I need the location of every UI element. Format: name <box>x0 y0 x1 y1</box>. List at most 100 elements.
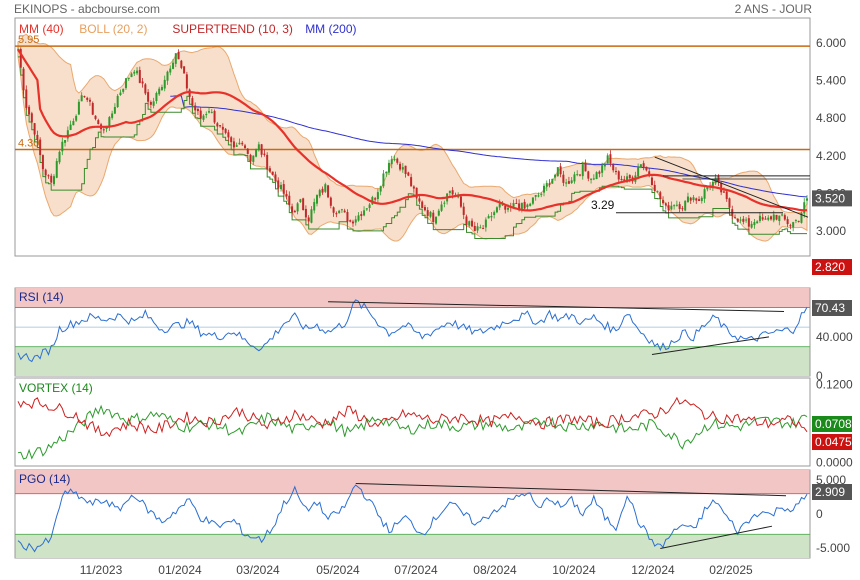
candle-body <box>86 97 89 100</box>
candle-body <box>244 145 247 148</box>
candle-body <box>80 95 83 102</box>
candle-body <box>169 68 172 73</box>
candle-body <box>792 222 795 228</box>
candle-body <box>756 221 759 224</box>
candle-body <box>216 123 219 127</box>
candle-body <box>166 71 169 81</box>
candle-body <box>537 195 540 197</box>
candle-body <box>221 126 224 130</box>
candle-body <box>515 202 518 204</box>
candle-body <box>41 155 44 170</box>
candle-body <box>692 197 695 201</box>
candle-body <box>390 159 393 165</box>
candle-body <box>141 81 144 84</box>
candle-body <box>595 172 598 180</box>
candle-body <box>747 218 750 227</box>
candle-body <box>219 125 222 127</box>
candle-body <box>459 196 462 207</box>
candle-body <box>601 165 604 173</box>
legend-mm-40-: MM (40) <box>19 22 64 36</box>
candle-body <box>617 171 620 180</box>
candle-body <box>363 210 366 216</box>
candle-body <box>52 176 55 185</box>
candle-body <box>69 124 72 130</box>
candle-body <box>130 73 133 78</box>
candle-body <box>745 219 748 221</box>
candle-body <box>775 214 778 220</box>
candle-body <box>764 218 767 220</box>
candle-body <box>670 205 673 210</box>
candle-body <box>410 177 413 187</box>
x-tick-label: 12/2024 <box>631 563 675 577</box>
x-tick-label: 05/2024 <box>316 563 360 577</box>
candle-body <box>158 88 161 95</box>
value-badge-label: 2.820 <box>815 260 845 274</box>
candle-body <box>360 214 363 216</box>
candle-body <box>487 216 490 219</box>
candle-body <box>387 162 390 173</box>
candle-body <box>581 164 584 177</box>
pgo-upper-zone <box>15 470 810 494</box>
candle-body <box>567 181 570 184</box>
candle-body <box>479 227 482 229</box>
candle-body <box>507 207 510 210</box>
candle-body <box>299 199 302 203</box>
candle-body <box>554 174 557 178</box>
candle-body <box>232 141 235 148</box>
candle-body <box>794 219 797 221</box>
candle-body <box>72 121 75 126</box>
candle-body <box>111 113 114 118</box>
candle-body <box>531 197 534 204</box>
value-badge-label: 2.909 <box>815 485 845 499</box>
candle-body <box>327 185 330 198</box>
candle-body <box>609 154 612 164</box>
candle-body <box>471 220 474 227</box>
candle-body <box>578 174 581 176</box>
candle-body <box>172 62 175 69</box>
candle-body <box>39 139 42 156</box>
candle-body <box>365 208 368 210</box>
candle-body <box>770 216 773 220</box>
candle-body <box>639 164 642 168</box>
candle-body <box>210 111 213 113</box>
candle-body <box>50 175 53 183</box>
candle-body <box>684 200 687 211</box>
y-tick-label: 3.000 <box>816 224 846 238</box>
candle-body <box>493 212 496 216</box>
candle-body <box>393 159 396 161</box>
candle-body <box>33 123 36 135</box>
candle-body <box>340 209 343 211</box>
candle-body <box>199 110 202 119</box>
candle-body <box>277 180 280 189</box>
candle-body <box>385 171 388 174</box>
candle-body <box>396 158 399 163</box>
candle-body <box>155 92 158 102</box>
candle-body <box>22 68 25 91</box>
candle-body <box>163 79 166 89</box>
x-tick-label: 03/2024 <box>236 563 280 577</box>
y-tick-label: 40.000 <box>816 330 853 344</box>
candle-body <box>587 171 590 179</box>
candle-body <box>321 188 324 193</box>
candle-body <box>728 198 731 208</box>
candle-body <box>423 207 426 211</box>
candle-body <box>739 219 742 221</box>
candle-body <box>338 210 341 214</box>
candle-body <box>551 178 554 184</box>
candle-body <box>659 192 662 199</box>
candle-body <box>47 175 50 177</box>
candle-body <box>695 198 698 201</box>
candle-body <box>324 184 327 192</box>
candle-body <box>401 167 404 170</box>
candle-body <box>252 155 255 162</box>
candle-body <box>180 60 183 68</box>
legend-vortex-14-: VORTEX (14) <box>19 381 93 395</box>
candle-body <box>664 203 667 206</box>
candle-body <box>662 199 665 204</box>
candle-body <box>559 166 562 175</box>
x-tick-label: 01/2024 <box>158 563 202 577</box>
candle-body <box>598 171 601 174</box>
candle-body <box>122 88 125 92</box>
candle-body <box>606 155 609 164</box>
candle-body <box>789 225 792 227</box>
